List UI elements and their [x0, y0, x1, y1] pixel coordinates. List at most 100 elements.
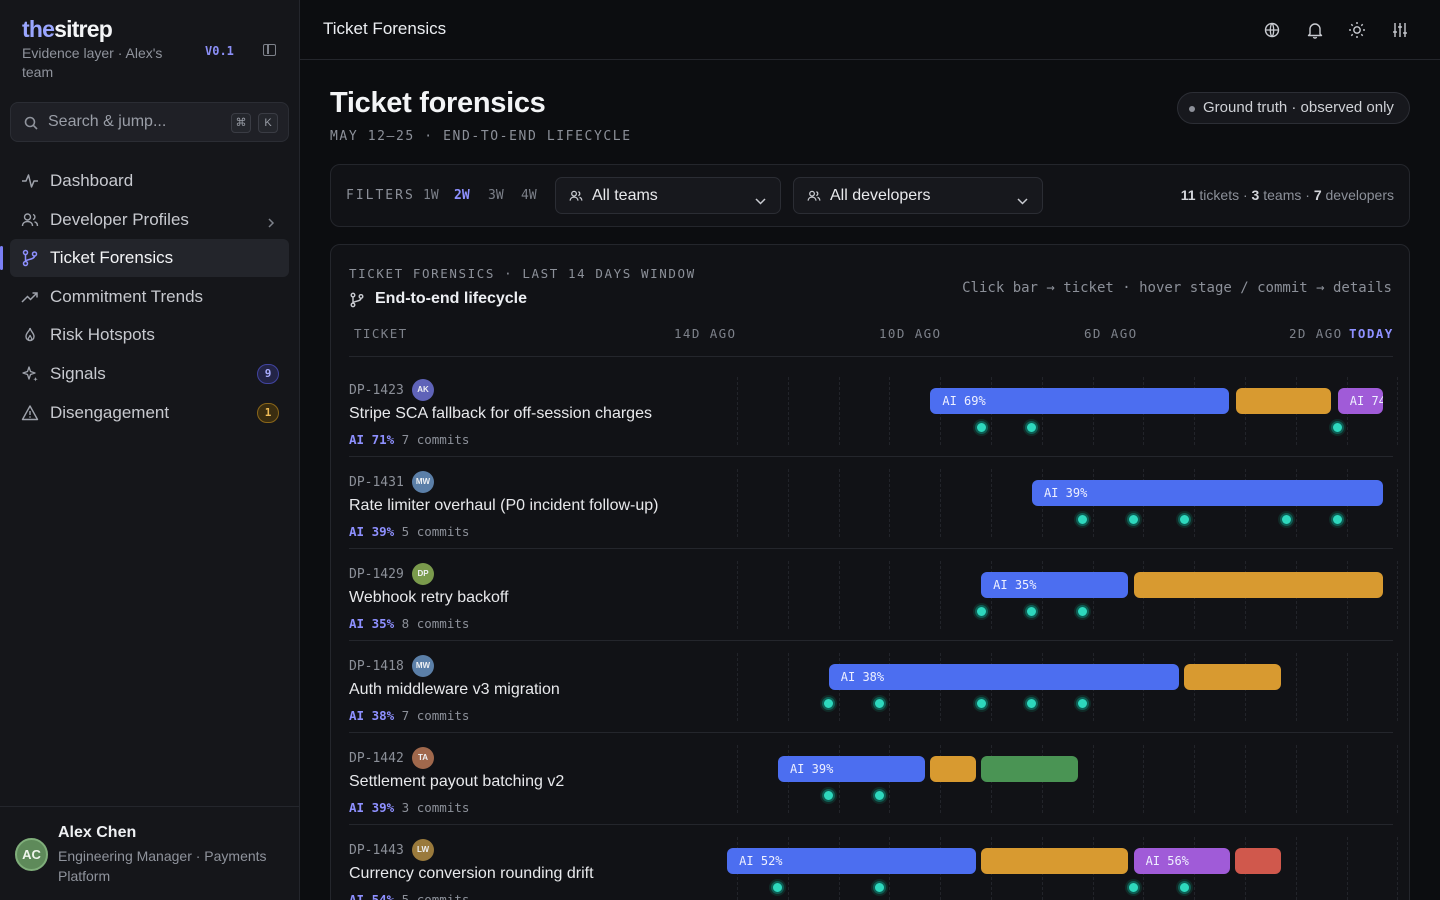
ticket-title[interactable]: Currency conversion rounding drift — [349, 865, 594, 883]
nav-item-signals[interactable]: Signals 9 — [10, 355, 289, 393]
lifecycle-stage-bar[interactable]: AI 74% — [1337, 388, 1383, 414]
lifecycle-stage-bar[interactable] — [1235, 848, 1281, 874]
ticket-title[interactable]: Webhook retry backoff — [349, 589, 509, 607]
search-input[interactable]: Search & jump... — [48, 113, 166, 131]
commit-dot[interactable] — [1025, 605, 1039, 618]
card-hint: Click bar → ticket · hover stage / commi… — [962, 280, 1392, 296]
ticket-row[interactable]: DP-1418 MW Auth middleware v3 migration AI … — [349, 641, 1399, 733]
ticket-row[interactable]: DP-1443 LW Currency conversion rounding dr… — [349, 825, 1399, 900]
nav-item-developer-profiles[interactable]: Developer Profiles — [10, 201, 289, 239]
lifecycle-stage-bar[interactable]: AI 35% — [981, 572, 1129, 598]
bell-icon[interactable] — [1305, 20, 1325, 40]
ticket-row[interactable]: DP-1442 TA Settlement payout batching v2 AI… — [349, 733, 1399, 825]
lifecycle-timeline: AI 39% — [737, 457, 1399, 549]
ticket-id[interactable]: DP-1442 — [349, 751, 404, 766]
ai-share: AI 71% — [349, 432, 395, 447]
ticket-id[interactable]: DP-1429 — [349, 567, 404, 582]
commit-dot[interactable] — [771, 881, 785, 894]
sliders-icon[interactable] — [1390, 20, 1410, 40]
lifecycle-stage-bar[interactable]: AI 39% — [777, 756, 926, 782]
ticket-id[interactable]: DP-1431 — [349, 475, 404, 490]
commit-dot[interactable] — [1331, 513, 1345, 526]
nav-item-risk-hotspots[interactable]: Risk Hotspots — [10, 316, 289, 354]
kbd-k: K — [258, 113, 278, 133]
ticket-meta: AI 39% 5 commits — [349, 524, 469, 539]
ticket-title[interactable]: Auth middleware v3 migration — [349, 681, 560, 699]
timeline-gridline — [940, 561, 942, 629]
nav-item-commitment-trends[interactable]: Commitment Trends — [10, 278, 289, 316]
commit-dot[interactable] — [1127, 881, 1141, 894]
ticket-row[interactable]: DP-1423 AK Stripe SCA fallback for off-ses… — [349, 365, 1399, 457]
ai-share: AI 39% — [349, 800, 395, 815]
commit-dot[interactable] — [1331, 421, 1345, 434]
nav-item-dashboard[interactable]: Dashboard — [10, 162, 289, 200]
sun-icon[interactable] — [1347, 20, 1367, 40]
commit-dot[interactable] — [1076, 605, 1090, 618]
range-1w[interactable]: 1W — [423, 188, 439, 203]
timeline-gridline — [1245, 745, 1246, 813]
lifecycle-stage-bar[interactable]: AI 69% — [930, 388, 1229, 414]
ticket-row[interactable]: DP-1431 MW Rate limiter overhaul (P0 incid… — [349, 457, 1399, 549]
commit-dot[interactable] — [1177, 513, 1191, 526]
ticket-meta: AI 38% 7 commits — [349, 708, 469, 723]
ticket-row[interactable]: DP-1429 DP Webhook retry backoff AI 35% 8 c… — [349, 549, 1399, 641]
timeline-gridline — [1346, 653, 1348, 721]
lifecycle-stage-bar[interactable] — [1133, 572, 1383, 598]
commit-dot[interactable] — [822, 697, 836, 710]
ticket-id[interactable]: DP-1423 — [349, 383, 404, 398]
lifecycle-stage-bar[interactable] — [930, 756, 977, 782]
commit-dot[interactable] — [974, 697, 988, 710]
sidebar-collapse-icon[interactable] — [263, 44, 276, 56]
ticket-id[interactable]: DP-1418 — [349, 659, 404, 674]
commit-dot[interactable] — [1025, 697, 1039, 710]
main-nav: Dashboard Developer Profiles Ticket Fore… — [0, 162, 289, 432]
team-select-value: All teams — [592, 187, 658, 204]
developer-select[interactable]: All developers — [793, 177, 1043, 214]
lifecycle-stage-bar[interactable] — [1184, 664, 1281, 690]
lifecycle-stage-bar[interactable] — [981, 848, 1129, 874]
logo[interactable]: thesitrep — [22, 16, 187, 43]
lifecycle-stage-bar[interactable]: AI 38% — [828, 664, 1180, 690]
axis-label-14d: 14D AGO — [674, 326, 737, 341]
lifecycle-stage-bar[interactable]: AI 52% — [727, 848, 977, 874]
nav-item-disengagement[interactable]: Disengagement 1 — [10, 394, 289, 432]
range-3w[interactable]: 3W — [488, 188, 504, 203]
team-select[interactable]: All teams — [555, 177, 781, 214]
timeline-gridline — [1397, 377, 1399, 445]
search-box[interactable]: Search & jump... ⌘ K — [10, 102, 289, 142]
nav-item-ticket-forensics[interactable]: Ticket Forensics — [0, 239, 289, 278]
commit-dot[interactable] — [873, 881, 887, 894]
ticket-title[interactable]: Stripe SCA fallback for off-session char… — [349, 405, 652, 423]
commit-dot[interactable] — [1076, 697, 1090, 710]
commit-dot[interactable] — [822, 789, 836, 802]
timeline-gridline — [1346, 745, 1348, 813]
commit-dot[interactable] — [1177, 881, 1191, 894]
lifecycle-stage-bar[interactable] — [1236, 388, 1331, 414]
axis-label-today: TODAY — [1349, 326, 1394, 341]
lifecycle-stage-bar[interactable] — [981, 756, 1078, 782]
range-2w[interactable]: 2W — [454, 188, 470, 203]
commit-dot[interactable] — [1127, 513, 1141, 526]
commit-dot[interactable] — [873, 697, 887, 710]
ticket-title[interactable]: Settlement payout batching v2 — [349, 773, 564, 791]
commit-dot[interactable] — [974, 421, 988, 434]
timeline-gridline — [1397, 653, 1399, 721]
commit-dot[interactable] — [1076, 513, 1090, 526]
ticket-title[interactable]: Rate limiter overhaul (P0 incident follo… — [349, 497, 658, 515]
commit-dot[interactable] — [974, 605, 988, 618]
brain-icon[interactable] — [1262, 20, 1282, 40]
commit-dot[interactable] — [1025, 421, 1039, 434]
timeline-gridline — [737, 745, 738, 813]
timeline-gridline — [1143, 745, 1145, 813]
assignee-avatar: LW — [412, 839, 434, 861]
ticket-id[interactable]: DP-1443 — [349, 843, 404, 858]
commit-dot[interactable] — [873, 789, 887, 802]
commit-dot[interactable] — [1279, 513, 1293, 526]
timeline-gridline — [787, 377, 789, 445]
lifecycle-stage-bar[interactable]: AI 39% — [1031, 480, 1383, 506]
nav-label: Signals — [50, 363, 106, 383]
range-4w[interactable]: 4W — [521, 188, 537, 203]
git-branch-icon — [10, 249, 50, 267]
lifecycle-stage-bar[interactable]: AI 56% — [1133, 848, 1231, 874]
user-profile[interactable]: AC Alex Chen Engineering Manager · Payme… — [0, 806, 299, 900]
